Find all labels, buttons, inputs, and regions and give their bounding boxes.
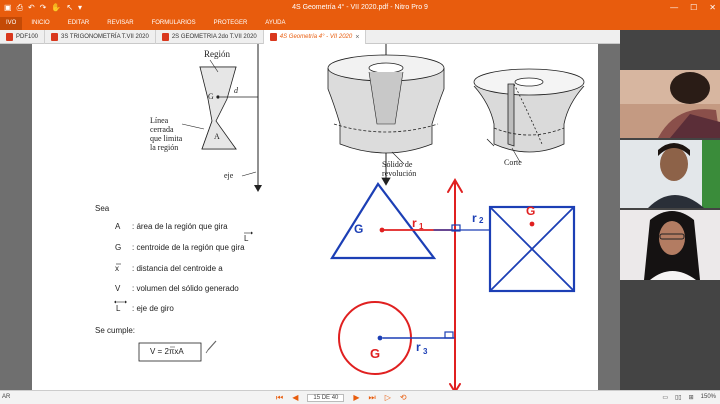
participant-video-1 [620, 70, 720, 138]
participant-video-3 [620, 210, 720, 280]
annot-r1-sub: 1 [419, 222, 424, 231]
def-x-text: : distancia del centroide a [132, 264, 223, 273]
tab-close-icon[interactable]: × [355, 34, 359, 41]
annot-r1: r [412, 216, 417, 230]
last-page-button[interactable]: ⏭ [369, 393, 376, 402]
zoom-level[interactable]: 150% [701, 394, 716, 401]
fit-icon[interactable]: ⊞ [689, 394, 694, 401]
sea-label: Sea [95, 204, 110, 213]
def-g-text: : centroide de la región que gira [132, 243, 245, 252]
tab-pdf100[interactable]: PDF100 [0, 30, 46, 44]
menu-ayuda[interactable]: AYUDA [256, 17, 294, 30]
window-controls: — ☐ ✕ [670, 3, 716, 12]
document-tabs: PDF100 3S TRIGONOMETRÍA T.VII 2020 2S GE… [0, 30, 620, 44]
closed-line-label-4: la región [150, 143, 179, 152]
tab-label: 3S TRIGONOMETRÍA T.VII 2020 [61, 34, 149, 40]
tab-label: 4S Geometría 4° - VII 2020 [279, 34, 353, 40]
page-figures [114, 44, 585, 390]
cut-figure [473, 68, 585, 153]
title-bar: ▣ ⎙ ↶ ↷ ✋ ↖ ▾ 4S Geometría 4° - VII 2020… [0, 0, 720, 17]
annot-g2: G [526, 204, 536, 218]
document-viewport[interactable]: Región G d A Línea cerrada que limita la… [0, 44, 620, 390]
menu-editar[interactable]: EDITAR [59, 17, 99, 30]
menu-file[interactable]: IVO [0, 17, 23, 30]
menu-proteger[interactable]: PROTEGER [205, 17, 257, 30]
ribbon-menu: IVO INICIO EDITAR REVISAR FORMULARIOS PR… [0, 17, 720, 30]
def-a-symbol: A [115, 222, 121, 231]
window-title: 4S Geometría 4° - VII 2020.pdf - Nitro P… [292, 4, 428, 11]
status-right: ▭ ▯▯ ⊞ 150% [662, 394, 716, 401]
maximize-button[interactable]: ☐ [690, 3, 697, 12]
two-page-icon[interactable]: ▯▯ [675, 394, 682, 401]
webcam-tile-2[interactable] [620, 140, 720, 208]
axis-label: eje [224, 171, 234, 180]
pdf-page: Región G d A Línea cerrada que limita la… [32, 44, 598, 390]
def-a-text: : área de la región que gira [132, 222, 228, 231]
nitro-pro-window: ▣ ⎙ ↶ ↷ ✋ ↖ ▾ 4S Geometría 4° - VII 2020… [0, 0, 720, 404]
first-page-button[interactable]: ⏮ [276, 393, 283, 402]
page-indicator[interactable]: 15 DE 40 [307, 393, 345, 402]
participant-video-2 [620, 140, 720, 208]
minimize-button[interactable]: — [670, 3, 678, 12]
back-icon[interactable]: ⟲ [400, 393, 407, 402]
menu-formularios[interactable]: FORMULARIOS [143, 17, 205, 30]
pdf-file-icon [51, 33, 59, 41]
next-page-button[interactable]: ▶ [353, 393, 359, 402]
menu-inicio[interactable]: INICIO [22, 17, 58, 30]
tab-trigonometria[interactable]: 3S TRIGONOMETRÍA T.VII 2020 [45, 30, 156, 44]
cut-label: Corte [504, 158, 522, 167]
status-left: AR [2, 394, 11, 400]
region-label: Región [204, 49, 230, 59]
menu-revisar[interactable]: REVISAR [98, 17, 142, 30]
webcam-panel [620, 30, 720, 390]
annot-r2: r [472, 211, 477, 225]
webcam-tile-1[interactable] [620, 70, 720, 138]
solid-label-2: revolución [382, 169, 417, 178]
annot-r3-sub: 3 [423, 347, 428, 356]
view-mode-icon[interactable]: ▭ [662, 394, 668, 401]
pdf-file-icon [269, 33, 277, 41]
page-navigation: ⏮ ◀ 15 DE 40 ▶ ⏭ ▷ ⟲ [276, 393, 407, 402]
play-icon[interactable]: ▷ [385, 393, 391, 402]
tab-geometria-4[interactable]: 4S Geometría 4° - VII 2020 × [263, 30, 367, 44]
def-x-symbol: x [115, 264, 119, 273]
annot-g3: G [370, 346, 381, 361]
annot-r3: r [416, 340, 421, 354]
def-x-l-symbol: L [244, 234, 249, 243]
def-g-symbol: G [115, 243, 122, 252]
annot-r2-sub: 2 [479, 216, 484, 225]
status-bar: AR ⏮ ◀ 15 DE 40 ▶ ⏭ ▷ ⟲ ▭ ▯▯ ⊞ 150% [0, 390, 720, 404]
tab-label: PDF100 [16, 34, 39, 40]
closed-line-label-3: que limita [150, 134, 183, 143]
formula-text: V = 2πxA [150, 347, 184, 356]
centroid-point [216, 95, 220, 99]
area-label: A [214, 132, 220, 141]
tab-label: 2S GEOMETRIA 2do T.VII 2020 [171, 34, 257, 40]
axis-arrow-icon [254, 185, 262, 192]
close-button[interactable]: ✕ [709, 3, 716, 12]
d-label: d [234, 86, 238, 95]
pdf-file-icon [6, 33, 13, 41]
def-v-text: : volumen del sólido generado [132, 284, 239, 293]
def-l-text: : eje de giro [132, 304, 174, 313]
closed-line-label-2: cerrada [150, 125, 174, 134]
pdf-file-icon [161, 33, 169, 41]
def-l-symbol: L [116, 304, 121, 313]
previous-page-button[interactable]: ◀ [292, 393, 298, 402]
tab-geometria-2do[interactable]: 2S GEOMETRIA 2do T.VII 2020 [156, 30, 264, 44]
handwritten-annotations [330, 178, 576, 390]
def-v-symbol: V [115, 284, 121, 293]
centroid-label: G [208, 92, 214, 101]
pencil-icon[interactable] [207, 340, 217, 351]
solid-label-1: Sólido de [382, 160, 413, 169]
closed-line-label-1: Línea [150, 116, 169, 125]
annot-g1: G [354, 222, 364, 236]
se-cumple-label: Se cumple: [95, 326, 136, 335]
webcam-tile-3[interactable] [620, 210, 720, 280]
